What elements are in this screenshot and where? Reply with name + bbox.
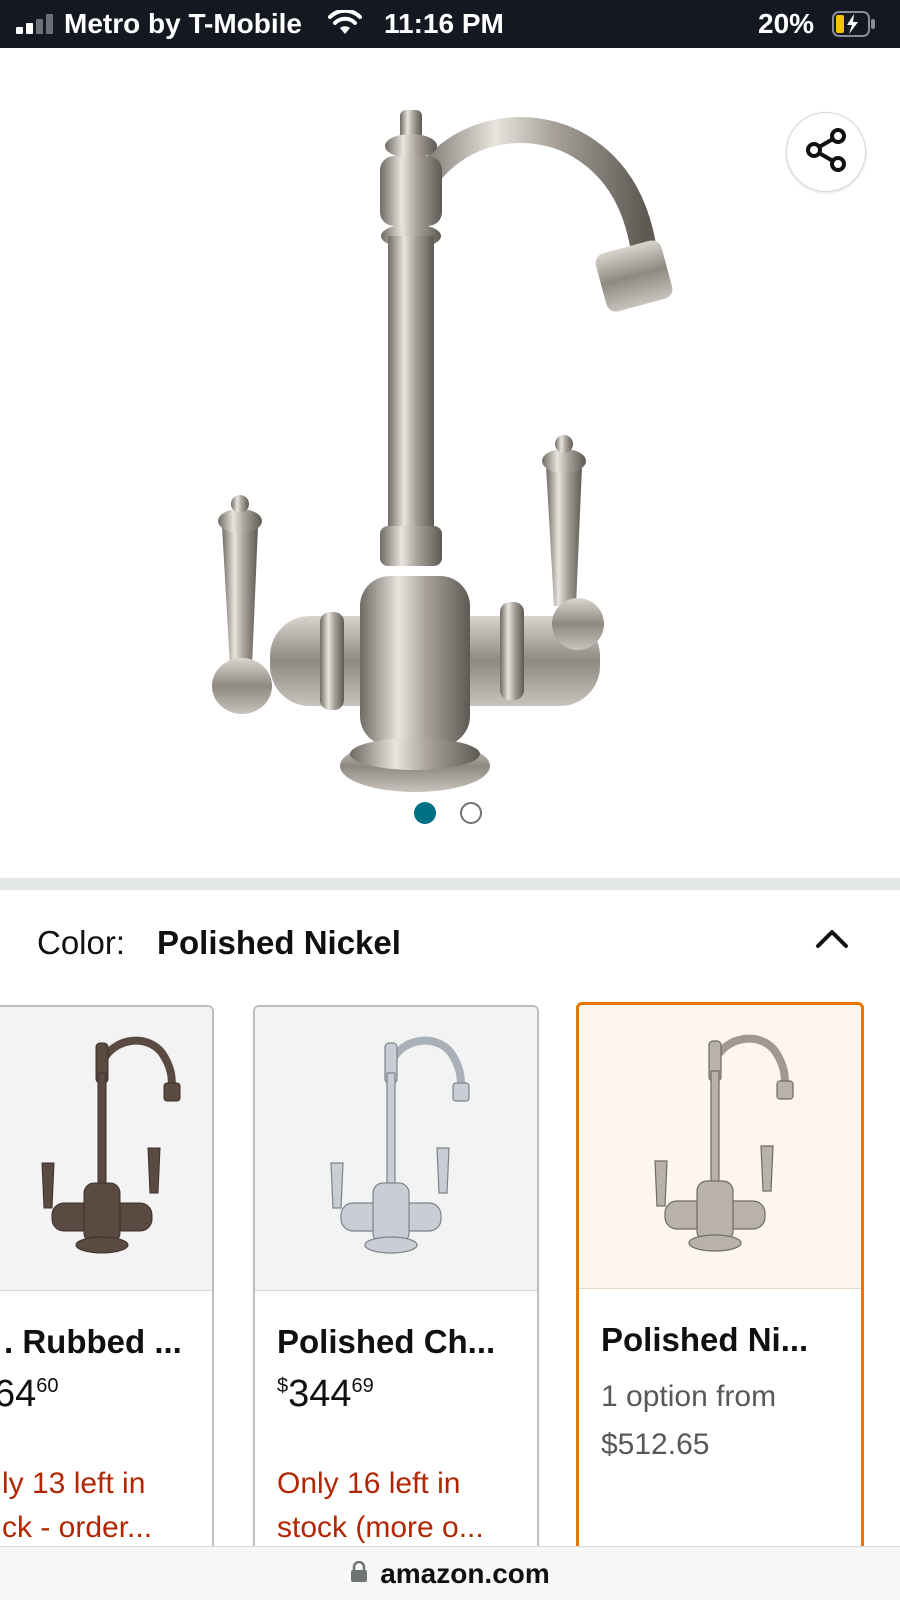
- battery-charging-icon: [832, 11, 876, 44]
- image-pagination: [414, 802, 482, 824]
- browser-url-bar[interactable]: amazon.com: [0, 1546, 900, 1600]
- swatch-price: 6460: [0, 1373, 59, 1415]
- section-divider: [0, 878, 900, 890]
- pagination-dot-1[interactable]: [414, 802, 436, 824]
- url-domain: amazon.com: [380, 1557, 550, 1589]
- product-image[interactable]: [200, 106, 680, 811]
- share-button[interactable]: [786, 112, 866, 192]
- chevron-up-icon[interactable]: [812, 918, 852, 958]
- carrier-name: Metro by T-Mobile: [64, 8, 302, 39]
- battery-percentage: 20%: [758, 8, 815, 39]
- color-swatch-polished-nickel[interactable]: Polished Ni... 1 option from $512.65: [576, 1002, 864, 1562]
- color-swatch-oil-rubbed[interactable]: . Rubbed ... 6460 ly 13 left inck - orde…: [0, 1005, 214, 1565]
- swatch-option-summary: 1 option from $512.65: [601, 1380, 777, 1461]
- color-label: Color:: [37, 924, 126, 961]
- swatch-name: . Rubbed ...: [4, 1323, 182, 1360]
- signal-strength-icon: [16, 14, 53, 34]
- lock-icon: [350, 1558, 368, 1590]
- product-page: Metro by T-Mobile 11:16 PM 20% Color: Po…: [0, 0, 900, 1600]
- status-bar: Metro by T-Mobile 11:16 PM 20%: [0, 0, 900, 48]
- clock: 11:16 PM: [384, 8, 504, 39]
- swatch-price: $34469: [277, 1373, 374, 1415]
- swatch-image: [0, 1007, 212, 1291]
- swatch-stock-status: ly 13 left in ck - order...: [2, 1467, 153, 1544]
- swatch-image: [255, 1007, 537, 1291]
- swatch-name: Polished Ni...: [601, 1321, 809, 1358]
- product-image-gallery[interactable]: [0, 48, 900, 878]
- swatch-image: [579, 1005, 861, 1289]
- wifi-icon: [328, 8, 362, 43]
- share-icon: [802, 126, 850, 179]
- swatch-stock-status: Only 16 left in stock (more o...: [277, 1467, 484, 1544]
- color-swatch-polished-chrome[interactable]: Polished Ch... $34469 Only 16 left in sto…: [253, 1005, 539, 1565]
- color-selector-header[interactable]: Color: Polished Nickel: [0, 890, 900, 1000]
- swatch-name: Polished Ch...: [277, 1323, 496, 1360]
- selected-color-value: Polished Nickel: [157, 924, 401, 961]
- pagination-dot-2[interactable]: [460, 802, 482, 824]
